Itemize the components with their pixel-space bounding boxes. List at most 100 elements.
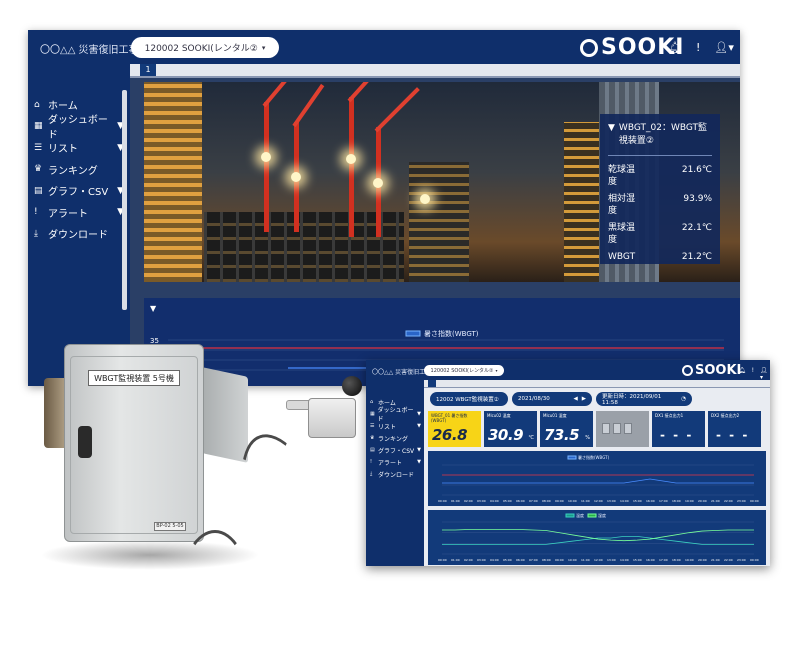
x-tick-label: 00:00 (750, 558, 759, 562)
crane-jib (262, 82, 305, 108)
sidebar-item-6[interactable]: ⤓ ダウンロード (366, 468, 424, 480)
x-tick-label: 20:00 (698, 499, 707, 503)
list-icon: ☰ (34, 142, 43, 153)
metric-card (596, 411, 649, 447)
building (564, 122, 600, 282)
crane (349, 97, 354, 237)
metric-value: 30.9 (488, 426, 524, 444)
latch-icon (78, 426, 92, 458)
sidebar-item-3[interactable]: ♛ ランキング (28, 159, 130, 181)
metric-card: DX2 接点出力2 - - - (708, 411, 761, 447)
x-tick-label: 15:00 (633, 499, 642, 503)
updated-filter[interactable]: 更新日時：2021/09/01 11:58 ◔ (596, 392, 692, 406)
chevron-down-icon: ▾ (495, 368, 498, 373)
dashboard-icon: ▦ (34, 121, 43, 132)
temp-humidity-chart-panel: 温度 湿度 00:00 01:00 02:00 03:00 04:00 05:00 06:00 0… (428, 510, 766, 565)
metric-card: WBGT_01 暑さ指数(WBGT) 26.8 (428, 411, 481, 447)
tab-1[interactable]: 1 (140, 64, 156, 76)
series-line (442, 478, 754, 484)
device-selector[interactable]: 120002 SOOKI(レンタル② ▾ (424, 365, 504, 376)
x-tick-label: 21:00 (711, 499, 720, 503)
top-bar: 〇〇△△ 災害復旧工事② 120002 SOOKI(レンタル② ▾ SOOKI … (366, 360, 770, 381)
x-tick-label: 10:00 (568, 558, 577, 562)
crane-jib (292, 83, 325, 128)
device-plate: BP-02 5-05 (154, 522, 186, 531)
prev-arrow-icon[interactable]: ◀ (574, 396, 578, 402)
caret-down-icon: ▼ (417, 447, 421, 453)
metric-value: 73.5 (544, 426, 580, 444)
metric-card: DX1 接点出力1 - - - (652, 411, 705, 447)
next-arrow-icon[interactable]: ▶ (582, 396, 586, 402)
sidebar-item-4[interactable]: ▤ グラフ・CSV ▼ (28, 180, 130, 202)
x-tick-label: 05:00 (503, 558, 512, 562)
sidebar-item-3[interactable]: ♛ ランキング (366, 432, 424, 444)
empty-value-boxes (602, 423, 632, 434)
series-line-humidity (442, 529, 754, 542)
x-tick-label: 12:00 (594, 558, 603, 562)
legend-label: 湿度 (598, 512, 606, 518)
rss-icon[interactable]: ◔ (681, 396, 686, 402)
sidebar-item-5[interactable]: ! アラート ▼ (366, 456, 424, 468)
metric-title: Mlcu01 湿度 (543, 413, 567, 418)
sidebar-item-label: ダッシュボード (377, 407, 414, 423)
sidebar-item-label: ダウンロード (378, 471, 415, 479)
legend-label: 暑さ指数(WBGT) (424, 329, 479, 338)
main-content: 12002 WBGT監視装置② 2021/08/30 ◀ ▶ 更新日時：2021… (424, 380, 770, 566)
x-tick-label: 23:00 (737, 558, 746, 562)
device-selector[interactable]: 120002 SOOKI(レンタル② ▾ (131, 37, 279, 58)
x-tick-label: 13:00 (607, 558, 616, 562)
sooki-logo: SOOKI (682, 363, 741, 378)
x-tick-label: 18:00 (672, 499, 681, 503)
sidebar-item-label: ホーム (48, 101, 78, 113)
bell-icon[interactable]: 🔔︎ (668, 41, 682, 54)
metric-card: Mlcu01 湿度 73.5% (540, 411, 593, 447)
card-row: WBGT 21.2℃ (608, 251, 712, 263)
legend-swatch (565, 513, 575, 518)
card-title: ▼ WBGT_02：WBGT監視装置② (608, 122, 712, 156)
bell-icon[interactable]: 🔔︎ (738, 367, 746, 381)
work-light (420, 194, 430, 204)
tab-1[interactable] (428, 380, 436, 387)
logo-text: SOOKI (695, 363, 742, 378)
legend-swatch (567, 455, 577, 460)
alert-icon[interactable]: ! (752, 367, 754, 381)
alert-icon: ! (370, 459, 373, 465)
dashboard-icon: ▦ (370, 411, 375, 417)
sidebar-item-label: ランキング (48, 165, 98, 177)
home-icon: ⌂ (34, 99, 40, 110)
x-tick-label: 09:00 (555, 558, 564, 562)
caret-down-icon: ▼ (417, 459, 421, 465)
device-selector-label: 120002 SOOKI(レンタル② (144, 44, 258, 54)
building (144, 82, 202, 282)
sidebar-item-1[interactable]: ▦ ダッシュボード ▼ (28, 115, 130, 141)
sidebar-item-4[interactable]: ▤ グラフ・CSV ▼ (366, 444, 424, 456)
alert-icon[interactable]: ! (696, 41, 700, 54)
card-rows: 乾球温度 21.6℃ 相対湿度 93.9% 黒球温度 22.1℃ WBGT 21.2℃ (608, 164, 712, 263)
wbgt-chart-svg: 暑さ指数(WBGT) 00:00 01:00 02:00 03:00 04:00 05:00… (438, 454, 759, 503)
chart-icon: ▤ (34, 185, 43, 196)
collapse-triangle-icon[interactable]: ▼ (608, 122, 615, 148)
x-tick-label: 14:00 (620, 558, 629, 562)
x-tick-label: 06:00 (516, 499, 525, 503)
work-light (346, 154, 356, 164)
sidebar-item-5[interactable]: ! アラート ▼ (28, 202, 130, 224)
sidebar-scrollbar[interactable] (122, 90, 127, 310)
metric-value: 26.8 (432, 426, 468, 444)
x-tick-label: 19:00 (685, 558, 694, 562)
x-tick-label: 08:00 (542, 558, 551, 562)
metric-value: - - - (660, 428, 694, 442)
date-filter[interactable]: 2021/08/30 ◀ ▶ (512, 392, 592, 406)
user-icon[interactable]: 👤︎▾ (760, 367, 770, 381)
x-tick-label: 00:00 (438, 558, 447, 562)
updated-label: 更新日時：2021/09/01 11:58 (602, 394, 662, 406)
device-filter[interactable]: 12002 WBGT監視装置② (430, 392, 508, 406)
sidebar-item-6[interactable]: ⤓ ダウンロード (28, 223, 130, 245)
user-icon[interactable]: 👤︎▾ (714, 41, 734, 54)
top-bar: 〇〇△△ 災害復旧工事② 120002 SOOKI(レンタル② ▾ SOOKI … (28, 30, 740, 64)
sidebar-item-1[interactable]: ▦ ダッシュボード ▼ (366, 407, 424, 423)
x-tick-label: 21:00 (711, 558, 720, 562)
x-tick-label: 14:00 (620, 499, 629, 503)
card-row: 相対湿度 93.9% (608, 193, 712, 217)
cable (180, 530, 250, 650)
temp-humidity-chart-svg: 温度 湿度 00:00 01:00 02:00 03:00 04:00 05:00 06:00 0… (438, 512, 759, 562)
